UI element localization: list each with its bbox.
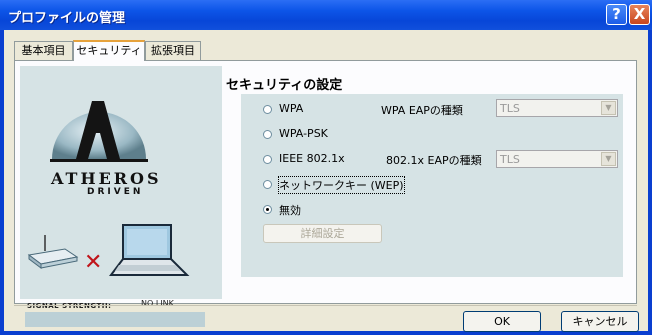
brand-name: ATHEROS [51, 169, 162, 188]
disabled-radio[interactable] [263, 205, 272, 214]
tab-advanced[interactable]: 拡張項目 [145, 41, 201, 60]
cancel-button[interactable]: キャンセル [561, 311, 639, 332]
tab-security[interactable]: セキュリティ [73, 40, 145, 61]
eap8021x-label: 802.1x EAPの種類 [386, 154, 482, 167]
wpa-radio[interactable] [263, 105, 272, 114]
window-title: プロファイルの管理 [8, 11, 126, 26]
signal-strength-bar [25, 312, 205, 327]
wpa-eap-label: WPA EAPの種類 [381, 104, 463, 117]
disabled-label: 無効 [279, 204, 301, 217]
ok-button[interactable]: OK [463, 311, 541, 332]
wpa-label: WPA [279, 102, 304, 115]
advanced-settings-button[interactable]: 詳細設定 [263, 224, 382, 243]
atheros-logo-icon [50, 101, 148, 162]
wpa-eap-select[interactable]: TLS ▼ [496, 99, 618, 117]
laptop-icon [109, 224, 190, 276]
security-options-group: WPA WPA EAPの種類 TLS ▼ WPA-PSK IEEE 802.1x… [241, 94, 623, 277]
status-panel: ATHEROS DRIVEN ✕ SIGNAL STRENGTH: NO LIN… [20, 66, 222, 327]
ieee8021x-radio[interactable] [263, 155, 272, 164]
signal-strength-label: SIGNAL STRENGTH: [27, 302, 112, 310]
router-icon [27, 235, 79, 269]
wpa-psk-label: WPA-PSK [279, 127, 328, 140]
wpa-eap-value: TLS [500, 102, 520, 115]
wpa-psk-radio[interactable] [263, 130, 272, 139]
dialog-body: 基本項目 セキュリティ 拡張項目 ATHEROS DRIVEN ✕ SIGNAL… [4, 30, 648, 332]
dialog-window: プロファイルの管理 ? X 基本項目 セキュリティ 拡張項目 ATHEROS D… [0, 0, 652, 335]
ieee8021x-label: IEEE 802.1x [279, 152, 345, 165]
help-button[interactable]: ? [606, 4, 627, 25]
security-settings-heading: セキュリティの設定 [226, 78, 343, 93]
title-bar[interactable]: プロファイルの管理 ? X [0, 0, 652, 30]
eap8021x-value: TLS [500, 153, 520, 166]
chevron-down-icon[interactable]: ▼ [601, 152, 616, 166]
footer-divider [14, 305, 637, 306]
wep-label: ネットワークキー (WEP) [278, 176, 405, 194]
chevron-down-icon[interactable]: ▼ [601, 101, 616, 115]
signal-strength-value: NO LINK [141, 299, 174, 308]
eap8021x-select[interactable]: TLS ▼ [496, 150, 618, 168]
close-button[interactable]: X [629, 4, 650, 25]
tab-basic[interactable]: 基本項目 [14, 41, 73, 60]
wep-radio[interactable] [263, 180, 272, 189]
disconnected-icon: ✕ [84, 250, 103, 275]
brand-tagline: DRIVEN [87, 187, 144, 197]
